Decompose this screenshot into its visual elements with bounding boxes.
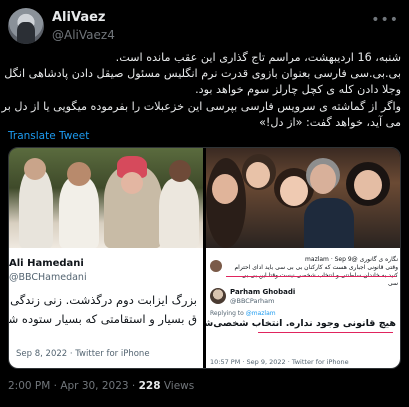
highlight-underline [226,276,396,277]
quoted-text: نگاره ی گانوری @mazlam · Sep 9 وقتی قانو… [233,256,398,288]
reply-tweet-card[interactable]: Ali Hamedani @BBCHamedani بزرگ ایزابت دو… [9,248,203,368]
reply-author-handle[interactable]: @BBCParham [230,297,274,305]
tweet-line: وجلا دادن کله ی کچل چارلز سوم خواهد بود. [195,83,401,97]
author-name[interactable]: AliVaez [52,10,105,25]
tweet-line: می آید، خواهد گفت: «از دل!» [259,115,401,129]
reply-author-handle[interactable]: @BBCHamedani [9,272,87,283]
highlight-underline [258,332,393,333]
reply-text: بزرگ ایزابت دوم درگذشت. زنی زندگی بی‌نظ … [9,291,197,329]
replying-handle-link[interactable]: @mazlam [246,310,276,317]
quoted-tweet[interactable]: نگاره ی گانوری @mazlam · Sep 9 وقتی قانو… [206,254,400,287]
reply-thread-card[interactable]: نگاره ی گانوری @mazlam · Sep 9 وقتی قانو… [206,248,400,368]
media-image-left[interactable]: Ali Hamedani @BBCHamedani بزرگ ایزابت دو… [9,148,203,368]
reply-meta: Sep 8, 2022 · Twitter for iPhone [16,349,150,359]
tweet-footer-meta: 2:00 PM · Apr 30, 2023 · 228 Views [8,380,194,392]
media-image-right[interactable]: نگاره ی گانوری @mazlam · Sep 9 وقتی قانو… [206,148,400,368]
avatar[interactable] [210,260,222,272]
avatar[interactable] [210,288,226,304]
replying-prefix: Replying to [210,310,244,317]
reply-author-name[interactable]: Parham Ghobadi [230,288,295,296]
views-count: 228 [138,380,161,392]
more-icon[interactable]: ••• [371,12,399,28]
reply-text: هیچ قانونی وجود نداره. انتخاب شخصی‌شون ا… [206,318,396,329]
reply-meta: 10:57 PM · Sep 9, 2022 · Twitter for iPh… [210,358,349,366]
group-photo [206,148,400,248]
reply-text-line: ق بسیار و استقامتی که بسیار ستوده شد [9,312,197,326]
coronation-photo [9,148,203,248]
tweet-line: بی.بی.سی فارسی بعنوان بازوی قدرت نرم انگ… [0,67,401,81]
reply-author-name[interactable]: Ali Hamedani [9,258,84,269]
tweet-timestamp[interactable]: 2:00 PM · Apr 30, 2023 · [8,380,139,392]
reply-text-line: بزرگ ایزابت دوم درگذشت. زنی زندگی بی‌نظ [9,293,197,307]
replying-to: Replying to @mazlam [210,310,276,317]
translate-tweet-link[interactable]: Translate Tweet [8,130,89,142]
tweet-line: شنبه، 16 اردیبهشت، مراسم تاج گذاری این ع… [115,51,401,64]
tweet-header: AliVaez @AliVaez4 ••• [8,8,401,48]
tweet-text: شنبه، 16 اردیبهشت، مراسم تاج گذاری این ع… [0,50,401,131]
avatar[interactable] [8,8,44,44]
quoted-header: نگاره ی گانوری @mazlam · Sep 9 [305,256,398,263]
views-label: Views [160,380,195,392]
tweet-line: واگر از گماشته ی سرویس فارسی بپرسی این خ… [1,99,401,113]
author-handle[interactable]: @AliVaez4 [52,28,115,42]
tweet-media[interactable]: Ali Hamedani @BBCHamedani بزرگ ایزابت دو… [8,147,401,369]
